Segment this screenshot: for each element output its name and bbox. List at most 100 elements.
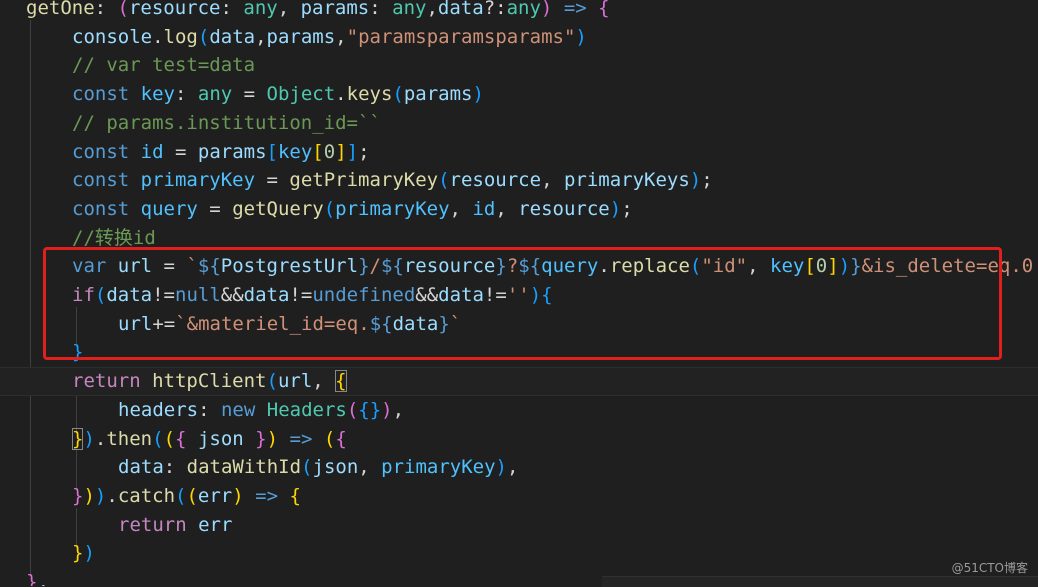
- code-token: primaryKey: [140, 169, 256, 192]
- code-token: ,: [426, 0, 438, 19]
- code-token: data: [243, 284, 290, 306]
- code-token: primaryKey: [381, 456, 496, 479]
- code-token: getPrimaryKey: [289, 169, 439, 192]
- code-token: params: [197, 140, 267, 163]
- code-token: then: [106, 427, 153, 450]
- code-token: resource: [518, 197, 610, 220]
- code-token: log: [163, 25, 198, 48]
- code-token: if: [72, 284, 95, 306]
- code-token: }: [850, 255, 862, 278]
- code-line[interactable]: //转换id: [0, 224, 1038, 253]
- code-token: replace: [609, 255, 690, 278]
- code-token: const: [72, 83, 130, 106]
- code-token: (: [152, 427, 164, 450]
- code-token: {: [335, 370, 347, 393]
- code-token: ,: [507, 456, 519, 479]
- code-token: +=: [152, 312, 176, 335]
- code-line[interactable]: }: [0, 338, 1038, 367]
- code-token: `&materiel_id=eq.: [175, 312, 370, 335]
- code-token: ): [94, 484, 107, 507]
- code-token: 0: [323, 140, 336, 163]
- code-token: ): [83, 484, 95, 507]
- code-token: !=: [483, 284, 507, 306]
- code-token: (: [689, 255, 702, 278]
- bottom-panel-edge: [602, 576, 1038, 587]
- code-token: `: [449, 312, 462, 335]
- code-token: id: [140, 140, 164, 163]
- code-line[interactable]: if(data!=null&&data!=undefined&&data!=''…: [0, 281, 1038, 310]
- code-token: }: [72, 427, 84, 450]
- code-token: err: [198, 513, 233, 536]
- code-line[interactable]: url+=`&materiel_id=eq.${data}`: [0, 310, 1038, 339]
- code-token: }: [72, 341, 84, 364]
- code-editor[interactable]: getOne: (resource: any, params: any,data…: [0, 0, 1038, 586]
- code-line[interactable]: data: dataWithId(json, primaryKey),: [0, 453, 1038, 482]
- code-token: 0: [815, 255, 828, 278]
- code-token: ): [540, 0, 553, 19]
- code-token: (: [392, 83, 404, 106]
- code-token: url: [117, 255, 153, 278]
- code-token: ,: [449, 197, 473, 220]
- code-token: }: [26, 571, 38, 586]
- code-token: any: [392, 0, 427, 19]
- code-token: params: [266, 25, 336, 48]
- code-token: (: [323, 427, 336, 450]
- code-token: :: [369, 0, 393, 19]
- code-token: (: [117, 0, 129, 19]
- code-line[interactable]: const id = params[key[0]];: [0, 138, 1038, 167]
- code-token: ${: [369, 312, 393, 335]
- code-token: .: [152, 25, 164, 48]
- code-line[interactable]: const key: any = Object.keys(params): [0, 80, 1038, 109]
- code-token: ): [232, 484, 244, 507]
- code-token: {: [289, 484, 301, 507]
- code-token: (: [301, 456, 313, 479]
- code-token: &&: [415, 284, 439, 306]
- code-token: .: [335, 83, 347, 106]
- code-line[interactable]: }).then(({ json }) => ({: [0, 425, 1038, 454]
- code-token: }: [358, 255, 370, 278]
- code-line[interactable]: return err: [0, 511, 1038, 540]
- code-line[interactable]: headers: new Headers({}),: [0, 396, 1038, 425]
- code-line[interactable]: // var test=data: [0, 51, 1038, 80]
- code-token: return: [72, 370, 141, 393]
- watermark: @51CTO博客: [951, 561, 1028, 575]
- code-token: }: [72, 484, 84, 507]
- code-line[interactable]: console.log(data,params,"paramsparamspar…: [0, 23, 1038, 52]
- code-token: .: [106, 484, 118, 507]
- code-token: data: [118, 456, 164, 479]
- code-line[interactable]: // params.institution_id=``: [0, 109, 1038, 138]
- code-token: ;: [358, 140, 370, 163]
- code-token: url: [118, 312, 153, 335]
- code-token: primaryKeys: [563, 169, 690, 192]
- code-line[interactable]: var url = `${PostgrestUrl}/${resource}?$…: [0, 252, 1038, 281]
- code-line[interactable]: }): [0, 539, 1038, 568]
- code-token: any: [506, 0, 541, 19]
- code-token: ,: [37, 571, 49, 586]
- code-token: (: [323, 197, 336, 220]
- code-line[interactable]: })).catch((err) => {: [0, 482, 1038, 511]
- code-token: ,: [255, 25, 267, 48]
- code-token: ,: [541, 169, 564, 192]
- code-token: Object: [266, 83, 336, 106]
- code-token: :: [163, 456, 187, 479]
- code-token: keys: [346, 83, 393, 106]
- code-token: data: [438, 284, 484, 306]
- code-token: =>: [289, 427, 313, 450]
- code-line[interactable]: const query = getQuery(primaryKey, id, r…: [0, 195, 1038, 224]
- code-token: err: [197, 484, 233, 507]
- code-token: undefined: [312, 284, 416, 306]
- code-line[interactable]: const primaryKey = getPrimaryKey(resourc…: [0, 166, 1038, 195]
- code-token: {}: [358, 398, 382, 421]
- code-token: ?: [506, 255, 519, 278]
- code-line[interactable]: return httpClient(url, {: [0, 367, 1038, 396]
- code-line[interactable]: getOne: (resource: any, params: any,data…: [0, 0, 1038, 23]
